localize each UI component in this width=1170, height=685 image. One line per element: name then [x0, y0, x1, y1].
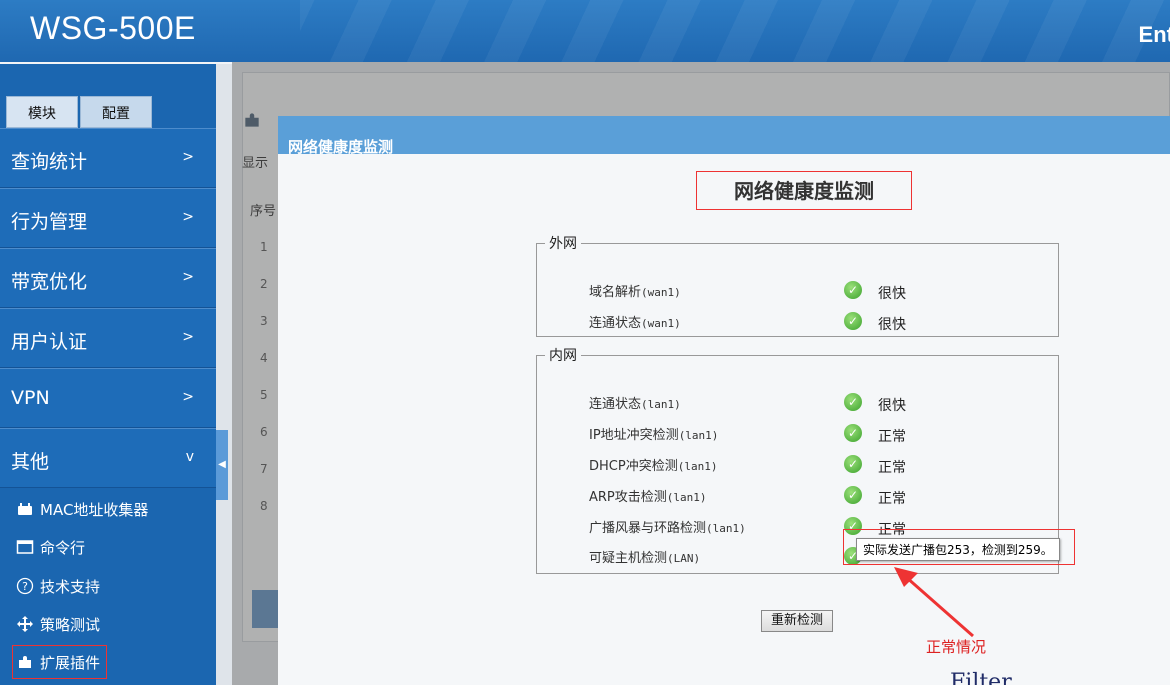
sidebar-item-bandwidth[interactable]: 带宽优化 > — [0, 248, 216, 308]
header-decoration — [300, 0, 1170, 62]
sidebar-item-query-stats[interactable]: 查询统计 > — [0, 128, 216, 188]
chevron-down-icon: v — [185, 449, 194, 465]
check-label: DHCP冲突检测 — [589, 459, 678, 474]
check-ok-icon: ✓ — [844, 486, 862, 504]
check-row-broadcast-storm: 广播风暴与环路检测(lan1) ✓ 正常 — [589, 517, 906, 538]
sidebar-subitems: MAC地址收集器 命令行 ? 技术支持 策略测试 扩展插件 — [0, 490, 216, 681]
check-status: 正常 — [878, 460, 906, 476]
menu-label: 行为管理 — [11, 211, 88, 233]
lan-legend: 内网 — [549, 348, 577, 364]
check-ok-icon: ✓ — [844, 281, 862, 299]
sidebar-sub-policy-test[interactable]: 策略测试 — [0, 605, 216, 643]
sidebar-item-other[interactable]: 其他 v — [0, 428, 216, 488]
puzzle-icon — [16, 653, 34, 671]
header-right-text: Ent — [1138, 22, 1170, 47]
check-ok-icon: ✓ — [844, 424, 862, 442]
check-label: 可疑主机检测 — [589, 551, 668, 566]
move-arrows-icon — [16, 615, 34, 633]
check-row-wan-connectivity: 连通状态(wan1) ✓ 很快 — [589, 312, 906, 333]
check-iface: (lan1) — [666, 491, 707, 504]
check-ok-icon: ✓ — [844, 393, 862, 411]
sub-label: 命令行 — [40, 539, 86, 558]
sidebar-collapse-handle[interactable]: ◀ — [216, 430, 228, 500]
page-title: 网络健康度监测 — [696, 171, 912, 210]
sidebar-sub-command-line[interactable]: 命令行 — [0, 528, 216, 566]
wan-group: 外网 域名解析(wan1) ✓ 很快 连通状态(wan1) ✓ 很快 — [536, 233, 1059, 337]
sub-label: 技术支持 — [40, 577, 101, 596]
check-row-ip-conflict: IP地址冲突检测(lan1) ✓ 正常 — [589, 424, 906, 445]
sub-label: 扩展插件 — [40, 654, 101, 673]
sub-label: 策略测试 — [40, 615, 101, 634]
check-iface: (lan1) — [706, 522, 746, 535]
check-ok-icon: ✓ — [844, 455, 862, 473]
dialog-title: 网络健康度监测 — [288, 138, 394, 156]
check-iface: (lan1) — [677, 460, 718, 473]
sidebar: 模块 配置 查询统计 > 行为管理 > 带宽优化 > 用户认证 > VPN > … — [0, 64, 216, 685]
recheck-button[interactable]: 重新检测 — [761, 610, 833, 632]
sidebar-menu: 查询统计 > 行为管理 > 带宽优化 > 用户认证 > VPN > 其他 v — [0, 128, 216, 488]
check-row-dhcp-conflict: DHCP冲突检测(lan1) ✓ 正常 — [589, 455, 906, 476]
menu-label: 用户认证 — [11, 331, 88, 353]
menu-label: 其他 — [11, 451, 50, 473]
tooltip-highlight-box: 实际发送广播包253，检测到259。 — [843, 529, 1075, 565]
svg-text:?: ? — [22, 580, 28, 593]
tab-config[interactable]: 配置 — [80, 96, 152, 128]
sidebar-item-vpn[interactable]: VPN > — [0, 368, 216, 428]
check-iface: (LAN) — [667, 552, 701, 565]
menu-label: 带宽优化 — [11, 271, 88, 293]
check-status: 很快 — [878, 317, 906, 333]
help-circle-icon: ? — [16, 577, 34, 595]
chevron-right-icon: > — [182, 149, 194, 165]
sidebar-sub-mac-collector[interactable]: MAC地址收集器 — [0, 490, 216, 528]
sidebar-item-user-auth[interactable]: 用户认证 > — [0, 308, 216, 368]
chevron-right-icon: > — [182, 329, 194, 345]
check-label: 连通状态 — [589, 316, 642, 331]
check-ok-icon: ✓ — [844, 312, 862, 330]
check-status: 正常 — [878, 491, 906, 507]
annotation-label: 正常情况 — [926, 638, 987, 656]
broadcast-tooltip: 实际发送广播包253，检测到259。 — [856, 538, 1060, 561]
product-logo: WSG-500E — [30, 10, 196, 46]
sidebar-sub-tech-support[interactable]: ? 技术支持 — [0, 567, 216, 605]
check-row-suspicious-host: 可疑主机检测(LAN) ✓ 实际发送广播包253，检测到259。 — [589, 529, 1075, 566]
terminal-icon — [16, 538, 34, 556]
check-row-lan-connectivity: 连通状态(lan1) ✓ 很快 — [589, 393, 906, 414]
chevron-right-icon: > — [182, 389, 194, 405]
sidebar-item-behavior[interactable]: 行为管理 > — [0, 188, 216, 248]
watermark-logo: Filter — [950, 670, 1012, 685]
check-iface: (lan1) — [641, 398, 681, 411]
check-label: 域名解析 — [589, 285, 642, 300]
check-status: 很快 — [878, 398, 906, 414]
check-status: 正常 — [878, 429, 906, 445]
dialog-titlebar[interactable]: 网络健康度监测 — [278, 116, 1170, 156]
tab-modules[interactable]: 模块 — [6, 96, 78, 128]
check-row-arp-attack: ARP攻击检测(lan1) ✓ 正常 — [589, 486, 906, 507]
chevron-right-icon: > — [182, 209, 194, 225]
annotation-arrow — [894, 567, 974, 638]
check-status: 很快 — [878, 286, 906, 302]
mac-collector-icon — [16, 500, 34, 518]
sidebar-sub-extension-plugins[interactable]: 扩展插件 — [0, 643, 216, 681]
chevron-right-icon: > — [182, 269, 194, 285]
sub-label: MAC地址收集器 — [40, 501, 149, 519]
lan-group: 内网 连通状态(lan1) ✓ 很快 IP地址冲突检测(lan1) ✓ 正常 DHC… — [536, 345, 1075, 574]
check-iface: (wan1) — [641, 286, 681, 299]
network-health-dialog: 网络健康度监测 网络健康度监测 外网 域名解析(wan1) ✓ 很快 连通状态(w… — [278, 116, 1170, 685]
check-label: IP地址冲突检测 — [589, 428, 679, 443]
menu-label: VPN — [11, 387, 50, 409]
check-iface: (wan1) — [641, 317, 681, 330]
menu-label: 查询统计 — [11, 151, 88, 173]
wan-legend: 外网 — [549, 236, 577, 252]
top-header: WSG-500E Ent — [0, 0, 1170, 62]
check-iface: (lan1) — [678, 429, 719, 442]
check-label: 连通状态 — [589, 397, 642, 412]
check-label: ARP攻击检测 — [589, 490, 667, 505]
check-row-dns: 域名解析(wan1) ✓ 很快 — [589, 281, 906, 302]
check-label: 广播风暴与环路检测 — [589, 521, 707, 536]
